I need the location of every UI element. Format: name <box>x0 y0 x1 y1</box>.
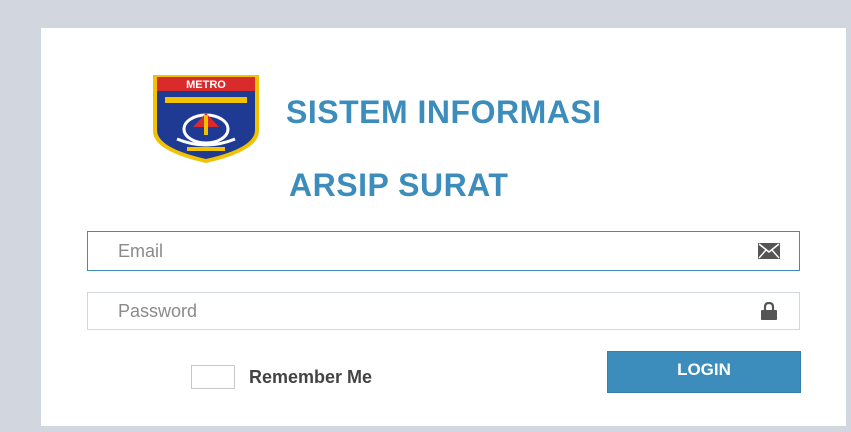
app-title-line2: ARSIP SURAT <box>289 167 509 203</box>
logo-banner-text: METRO <box>186 79 226 91</box>
password-input[interactable] <box>88 293 799 329</box>
email-input[interactable] <box>88 232 799 270</box>
city-crest-icon: METRO <box>151 73 261 165</box>
login-page: METRO SISTEM INFORMASI ARSIP SURAT Email… <box>0 0 851 432</box>
app-title-line1: SISTEM INFORMASI <box>286 94 602 130</box>
lock-icon <box>757 301 781 321</box>
remember-me-checkbox[interactable] <box>191 365 235 389</box>
password-field <box>87 292 800 330</box>
login-box: METRO SISTEM INFORMASI ARSIP SURAT Email… <box>41 28 846 426</box>
remember-me-label[interactable]: Remember Me <box>249 367 372 388</box>
remember-me: Remember Me <box>191 365 372 389</box>
email-field <box>87 231 800 271</box>
login-button[interactable]: LOGIN <box>607 351 801 393</box>
envelope-icon <box>757 241 781 261</box>
